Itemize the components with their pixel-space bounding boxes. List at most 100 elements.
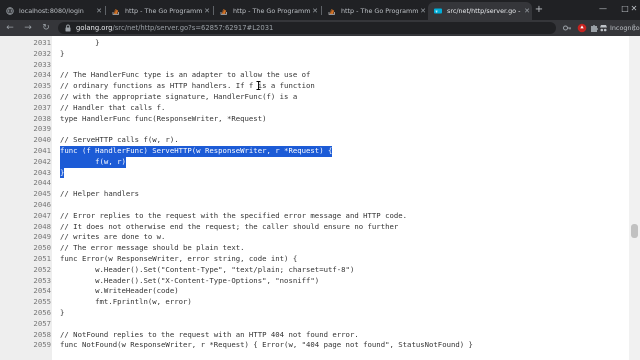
line-number[interactable]: 2031 <box>0 38 51 49</box>
line-number[interactable]: 2049 <box>0 232 51 243</box>
code-line: 2049 // writes are done to w. <box>0 232 640 243</box>
code-line: 2059 func NotFound(w ResponseWriter, r *R… <box>0 340 640 351</box>
line-number[interactable]: 2044 <box>0 178 51 189</box>
source-page: 2031 } 2032} 2033 2034// The HandlerFunc ty… <box>0 36 640 360</box>
line-number[interactable]: 2056 <box>0 308 51 319</box>
code-text: // Helper handlers <box>60 189 140 199</box>
url-text: golang.org/src/net/http/server.go?s=6285… <box>76 24 273 32</box>
tab-separator <box>321 6 322 15</box>
line-number[interactable]: 2034 <box>0 70 51 81</box>
minimize-button[interactable]: — <box>592 1 614 17</box>
line-number[interactable]: 2040 <box>0 135 51 146</box>
line-number[interactable]: 2032 <box>0 49 51 60</box>
line-number[interactable]: 2038 <box>0 114 51 125</box>
line-number[interactable]: 2039 <box>0 124 51 135</box>
extension-icon[interactable] <box>577 23 587 33</box>
url-host: golang.org <box>76 24 113 32</box>
code-text: // The error message should be plain tex… <box>60 243 245 253</box>
code-line: 2046 <box>0 200 640 211</box>
browser-toolbar: ← → ↻ golang.org/src/net/http/server.go?… <box>0 20 640 36</box>
code-line: 2041 func (f HandlerFunc) ServeHTTP(w Res… <box>0 145 640 157</box>
code-text: // Handler that calls f. <box>60 102 166 112</box>
line-number[interactable]: 2037 <box>0 103 51 114</box>
code-line: 2051 func Error(w ResponseWriter, error s… <box>0 254 640 265</box>
code-text: func Error(w ResponseWriter, error strin… <box>60 253 298 263</box>
back-button[interactable]: ← <box>4 22 16 34</box>
code-line: 2044 <box>0 178 640 189</box>
tab-separator <box>213 6 214 15</box>
line-number[interactable]: 2057 <box>0 319 51 330</box>
code-line: 2032} <box>0 49 640 60</box>
code-text: // The HandlerFunc type is an adapter to… <box>60 70 311 80</box>
line-number[interactable]: 2051 <box>0 254 51 265</box>
code-line: 2047 // Error replies to the request with… <box>0 211 640 222</box>
tab-title: localhost:8080/login <box>19 7 84 15</box>
code-line: 2040 // ServeHTTP calls f(w, r). <box>0 135 640 146</box>
code-line: 2055 fmt.Fprintln(w, error) <box>0 297 640 308</box>
tab-close-icon[interactable]: ✕ <box>202 7 212 15</box>
line-number[interactable]: 2036 <box>0 92 51 103</box>
line-number[interactable]: 2052 <box>0 265 51 276</box>
tab-title: http - The Go Programming <box>125 7 202 15</box>
line-number[interactable]: 2045 <box>0 189 51 200</box>
puzzle-icon[interactable] <box>589 23 599 33</box>
line-number[interactable]: 2042 <box>0 157 51 168</box>
code-text: type HandlerFunc func(ResponseWriter, *R… <box>60 113 267 123</box>
line-number[interactable]: 2041 <box>0 146 51 157</box>
tab-title: http - The Go Programming <box>233 7 310 15</box>
reload-button[interactable]: ↻ <box>40 22 52 34</box>
line-number[interactable]: 2043 <box>0 168 51 179</box>
code-text: // ordinary functions as HTTP handlers. … <box>60 81 315 91</box>
code-line: 2058 // NotFound replies to the request w… <box>0 330 640 341</box>
code-line: 2039 <box>0 124 640 135</box>
incognito-icon <box>600 25 607 32</box>
line-number[interactable]: 2059 <box>0 340 51 351</box>
code-text: } <box>60 167 65 179</box>
close-window-button[interactable]: ✕ <box>628 1 640 17</box>
tab-3[interactable]: http - The Go Programming✕ <box>214 2 320 20</box>
code-text: // with the appropriate signature, Handl… <box>60 91 298 101</box>
address-bar[interactable]: golang.org/src/net/http/server.go?s=6285… <box>58 22 556 34</box>
code-text: // ServeHTTP calls f(w, r). <box>60 135 179 145</box>
code-line: 2042 f(w, r) <box>0 156 640 168</box>
code-line: 2057 <box>0 319 640 330</box>
code-line: 2054 w.WriteHeader(code) <box>0 286 640 297</box>
scrollbar-track[interactable] <box>629 36 640 360</box>
code-text: } <box>60 48 65 58</box>
tab-2[interactable]: http - The Go Programming✕ <box>106 2 212 20</box>
code-text: w.Header().Set("Content-Type", "text/pla… <box>60 264 355 274</box>
stackoverflow-icon <box>220 9 227 15</box>
new-tab-button[interactable]: + <box>533 4 545 16</box>
tab-4[interactable]: http - The Go Programming✕ <box>322 2 428 20</box>
line-number[interactable]: 2055 <box>0 297 51 308</box>
line-number[interactable]: 2047 <box>0 211 51 222</box>
code-line: 2056} <box>0 308 640 319</box>
line-number[interactable]: 2048 <box>0 222 51 233</box>
forward-button[interactable]: → <box>22 22 34 34</box>
key-icon[interactable] <box>562 23 572 33</box>
scrollbar-thumb[interactable] <box>631 224 638 238</box>
tab-close-icon[interactable]: ✕ <box>522 7 532 15</box>
code-line: 2033 <box>0 60 640 71</box>
code-text: w.WriteHeader(code) <box>60 286 179 296</box>
tab-1[interactable]: localhost:8080/login ✕ <box>0 2 104 20</box>
tab-close-icon[interactable]: ✕ <box>310 7 320 15</box>
line-number[interactable]: 2033 <box>0 60 51 71</box>
code-line: 2038 type HandlerFunc func(ResponseWriter… <box>0 114 640 125</box>
tab-close-icon[interactable]: ✕ <box>418 7 428 15</box>
line-number[interactable]: 2050 <box>0 243 51 254</box>
code-line: 2035 // ordinary functions as HTTP handle… <box>0 81 640 92</box>
code-text: // writes are done to w. <box>60 232 166 242</box>
line-number[interactable]: 2053 <box>0 276 51 287</box>
tab-5[interactable]: src/net/http/server.go - Th✕ <box>428 2 532 20</box>
code-text: // It does not otherwise end the request… <box>60 221 399 231</box>
line-number[interactable]: 2035 <box>0 81 51 92</box>
line-number[interactable]: 2058 <box>0 330 51 341</box>
tab-close-icon[interactable]: ✕ <box>94 7 104 15</box>
text-cursor-icon <box>256 81 261 90</box>
line-number[interactable]: 2046 <box>0 200 51 211</box>
code-text: func NotFound(w ResponseWriter, r *Reque… <box>60 340 473 350</box>
code-text: } <box>60 38 100 47</box>
browser-menu-button[interactable]: ⋮ <box>630 22 638 34</box>
line-number[interactable]: 2054 <box>0 286 51 297</box>
